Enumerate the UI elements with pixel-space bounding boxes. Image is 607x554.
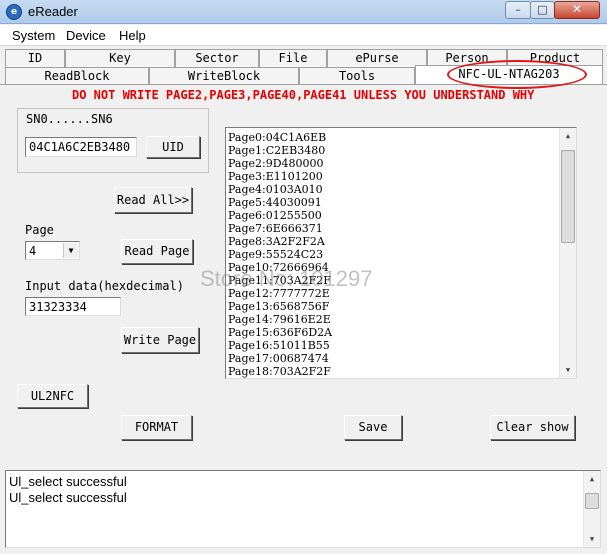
window-title: eReader — [28, 4, 78, 19]
scroll-up-icon[interactable]: ▲ — [584, 471, 600, 487]
scroll-thumb[interactable] — [585, 493, 599, 509]
list-item: Page11:703A2F2F — [228, 274, 331, 287]
menu-bar: System Device Help — [0, 25, 607, 46]
read-all-button[interactable]: Read All>> — [114, 187, 192, 213]
format-button[interactable]: FORMAT — [121, 415, 192, 440]
list-item: Page13:6568756F — [228, 300, 330, 313]
list-item: Page12:7777772E — [228, 287, 330, 300]
page-list-scrollbar[interactable]: ▲ ▼ — [559, 128, 576, 378]
write-warning: DO NOT WRITE PAGE2,PAGE3,PAGE40,PAGE41 U… — [72, 88, 535, 102]
list-item: Page1:C2EB3480 — [228, 144, 326, 157]
uid-field[interactable]: 04C1A6C2EB3480 — [25, 137, 137, 157]
tab-readblock[interactable]: ReadBlock — [5, 67, 149, 85]
menu-device[interactable]: Device — [66, 28, 106, 43]
read-page-button[interactable]: Read Page — [121, 239, 193, 264]
log-area[interactable]: Ul_select successful Ul_select successfu… — [5, 470, 601, 548]
tab-id[interactable]: ID — [5, 49, 65, 67]
sn-label: SN0......SN6 — [26, 112, 113, 126]
list-item: Page15:636F6D2A — [228, 326, 333, 339]
list-item: Page7:6E666371 — [228, 222, 323, 235]
tab-sector[interactable]: Sector — [175, 49, 259, 67]
list-item: Page17:00687474 — [228, 352, 329, 365]
log-line: Ul_select successful — [9, 474, 127, 489]
highlight-ellipse — [447, 60, 587, 89]
list-item: Page0:04C1A6EB — [228, 131, 327, 144]
list-item: Page8:3A2F2F2A — [228, 235, 325, 248]
page-label: Page — [25, 223, 54, 237]
list-item: Page16:51011B55 — [228, 339, 330, 352]
list-item: Page5:44030091 — [228, 196, 322, 209]
list-item: Page3:E1101200 — [228, 170, 323, 183]
page-select-value: 4 — [29, 244, 37, 258]
menu-help[interactable]: Help — [119, 28, 146, 43]
clear-show-button[interactable]: Clear show — [490, 415, 575, 440]
minimize-button[interactable]: – — [505, 1, 531, 19]
scroll-thumb[interactable] — [561, 150, 575, 243]
list-item: Page9:55524C23 — [228, 248, 324, 261]
save-button[interactable]: Save — [344, 415, 402, 440]
log-line: Ul_select successful — [9, 490, 127, 505]
input-data-field[interactable]: 31323334 — [25, 297, 121, 316]
list-item: Page2:9D480000 — [228, 157, 324, 170]
menu-system[interactable]: System — [12, 28, 55, 43]
scroll-down-icon[interactable]: ▼ — [560, 362, 576, 378]
list-item: Page14:79616E2E — [228, 313, 331, 326]
list-item: Page18:703A2F2F — [228, 365, 331, 378]
log-scrollbar[interactable]: ▲ ▼ — [583, 471, 600, 547]
tab-epurse[interactable]: ePurse — [327, 49, 427, 67]
tab-tools[interactable]: Tools — [299, 67, 415, 85]
list-item: Page4:0103A010 — [228, 183, 323, 196]
scroll-up-icon[interactable]: ▲ — [560, 128, 576, 144]
write-page-button[interactable]: Write Page — [121, 327, 199, 353]
maximize-button[interactable]: □ — [530, 1, 555, 19]
chevron-down-icon[interactable]: ▼ — [63, 243, 78, 258]
app-icon: e — [6, 4, 22, 20]
close-button[interactable]: ✕ — [554, 1, 600, 19]
page-select[interactable]: 4 ▼ — [25, 241, 80, 260]
tab-key[interactable]: Key — [65, 49, 175, 67]
list-item: Page6:01255500 — [228, 209, 322, 222]
list-item: Page10:72666964 — [228, 261, 329, 274]
uid-button[interactable]: UID — [146, 136, 200, 158]
sn-group: SN0......SN6 04C1A6C2EB3480 UID — [17, 108, 209, 173]
tab-writeblock[interactable]: WriteBlock — [149, 67, 299, 85]
title-bar: e eReader – □ ✕ — [0, 0, 607, 24]
input-data-label: Input data(hexdecimal) — [25, 279, 184, 293]
ul2nfc-button[interactable]: UL2NFC — [17, 384, 88, 408]
tab-file[interactable]: File — [259, 49, 327, 67]
scroll-down-icon[interactable]: ▼ — [584, 531, 600, 547]
page-list[interactable]: Page0:04C1A6EB Page1:C2EB3480 Page2:9D48… — [225, 127, 577, 379]
